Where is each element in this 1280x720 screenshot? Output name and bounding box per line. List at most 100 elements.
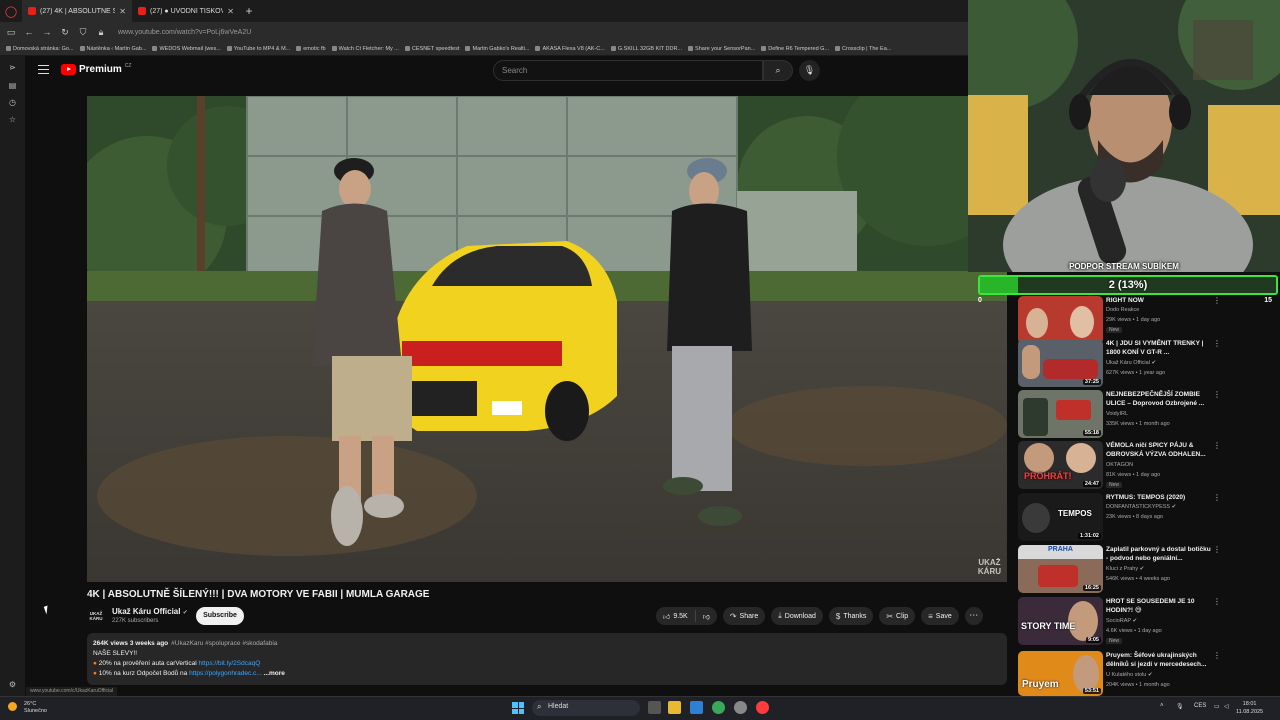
recommended-video-title[interactable]: NEJNEBEZPEČNĚJŠÍ ZOMBIE ULICE – Doprovod… [1106,390,1214,408]
weather-widget[interactable]: 26°C Slunečno [8,701,47,715]
browser-tab-inactive[interactable]: (27) ● ÚVODNÍ TISKOVÁ KONFERENCE ✕ [132,0,240,22]
system-clock[interactable]: 18:01 11.08.2025 [1236,700,1263,716]
taskbar-search[interactable]: ⌕ Hledat [532,700,640,716]
file-explorer-icon[interactable] [668,701,681,714]
new-tab-button[interactable]: + [240,4,258,18]
more-vertical-icon[interactable]: ⋮ [1213,390,1221,399]
video-thumbnail[interactable]: 55:18 [1018,390,1103,438]
save-button[interactable]: ≡ Save [921,607,959,625]
video-thumbnail[interactable]: TEMPOS 1:31:02 [1018,493,1103,541]
video-thumbnail[interactable]: STORY TIME 9:05 [1018,597,1103,645]
bookmark-item[interactable]: emotic fb [296,46,326,52]
opera-logo-icon[interactable]: ◯ [0,5,22,18]
menu-icon[interactable] [38,65,49,74]
bookmark-item[interactable]: CESNET speedtest [404,46,459,52]
recommended-channel[interactable]: U Kulatého stolu ✔ [1106,672,1153,678]
recommended-video-title[interactable]: RIGHT NOW [1106,296,1214,305]
recommended-video[interactable]: RIGHT NOW Dodo Reakce 29K views • 1 day … [1018,296,1226,344]
recommended-channel[interactable]: Dodo Reakce [1106,307,1139,313]
recommended-video-title[interactable]: VÉMOLA ničí SPICY PÁJU & OBROVSKÁ VÝZVA … [1106,441,1214,459]
more-vertical-icon[interactable]: ⋮ [1213,651,1221,660]
language-indicator[interactable]: CES [1194,703,1206,709]
app-icon[interactable] [734,701,747,714]
recommended-video-title[interactable]: Pruyem: Šéfové ukrajinských dělníků si j… [1106,651,1214,669]
video-thumbnail[interactable]: PROHRÁT! 24:47 [1018,441,1103,489]
dislike-button[interactable]: 👎︎ [696,612,717,621]
clip-button[interactable]: ✂ Clip [879,607,916,625]
video-thumbnail[interactable]: 37:25 [1018,339,1103,387]
bookmark-item[interactable]: AKASA Flexa V8 (AK-C... [535,46,605,52]
bookmark-item[interactable]: Crossclip | The Ea... [835,46,891,52]
microphone-tray-icon[interactable]: 🎙︎ [1176,703,1184,710]
recommended-video[interactable]: 55:18 NEJNEBEZPEČNĚJŠÍ ZOMBIE ULICE – Do… [1018,390,1226,438]
like-button[interactable]: 👍︎ 9.5K [656,610,696,622]
description-link[interactable]: https://polygonhradec.c... [189,670,262,677]
recommended-channel[interactable]: Ukaž Káru Official ✔ [1106,360,1156,366]
youtube-premium-logo[interactable]: Premium CZ [61,63,131,75]
recommended-channel[interactable]: DONFANTASTICKYPESS ✔ [1106,504,1176,510]
recommended-video-title[interactable]: Zaplatil parkovný a dostal botičku - pod… [1106,545,1214,563]
aria-icon[interactable]: ⋗ [8,63,17,72]
bookmark-item[interactable]: G.SKILL 32GB KIT DDR... [610,46,682,52]
recommended-channel[interactable]: OKTAGON [1106,462,1133,468]
bookmark-item[interactable]: Define R6 Tempered G... [761,46,829,52]
bookmark-item[interactable]: Share your SensorPan... [688,46,755,52]
search-input[interactable]: Search [493,60,763,81]
recommended-channel[interactable]: SocioRAP ✔ [1106,618,1137,624]
video-thumbnail[interactable]: Pruyem 53:51 [1018,651,1103,696]
more-actions-button[interactable]: ⋯ [964,607,983,625]
more-vertical-icon[interactable]: ⋮ [1213,296,1221,305]
description-link[interactable]: https://bit.ly/2SdcaqQ [198,660,260,667]
bookmark-item[interactable]: Watch Ct Fletcher: My ... [331,46,399,52]
tray-chevron-icon[interactable]: ˄ [1160,703,1164,709]
more-vertical-icon[interactable]: ⋮ [1213,545,1221,554]
more-vertical-icon[interactable]: ⋮ [1213,493,1221,502]
recommended-video[interactable]: Pruyem 53:51 Pruyem: Šéfové ukrajinských… [1018,651,1226,699]
close-tab-icon[interactable]: ✕ [119,7,126,16]
description-box[interactable]: 264K views 3 weeks ago #UkazKaru #spolupr… [87,633,1007,685]
bookmark-item[interactable]: YouTube to MP4 & M... [226,46,290,52]
voice-search-button[interactable]: 🎙︎ [799,60,820,81]
chrome-icon[interactable] [712,701,725,714]
forward-icon[interactable]: → [42,27,52,37]
video-thumbnail[interactable]: PRAHA 16:25 [1018,545,1103,593]
bookmark-item[interactable]: Martin Gabko's Realti... [465,46,529,52]
bookmark-item[interactable]: Nástěnka ‹ Martin Gab... [79,46,146,52]
recommended-video[interactable]: STORY TIME 9:05 HROT SE SOUSEDEMI JE 10 … [1018,597,1226,645]
more-vertical-icon[interactable]: ⋮ [1213,441,1221,450]
volume-icon[interactable]: ◁ [1224,703,1229,710]
lock-icon[interactable]: 🔒︎ [96,27,106,38]
browser-tab-active[interactable]: (27) 4K | ABSOLUTNĚ ŠÍLENÝ!!! | DVA MOTO… [22,0,132,22]
thanks-button[interactable]: $ Thanks [828,607,874,625]
shield-icon[interactable]: ⛉ [78,27,88,38]
recommended-channel[interactable]: Kluci z Prahy ✔ [1106,566,1144,572]
sidebar-toggle-icon[interactable]: ▭ [6,27,16,38]
recommended-video-title[interactable]: HROT SE SOUSEDEMI JE 10 HODIN?! 😅 [1106,597,1214,615]
bookmark-item[interactable]: Domovská stránka: Go... [6,46,74,52]
settings-gear-icon[interactable]: ⚙ [8,680,17,689]
subscribe-button[interactable]: Subscribe [196,607,244,625]
recommended-channel[interactable]: VoidyIRL [1106,411,1128,417]
history-icon[interactable]: ◷ [8,98,17,107]
more-vertical-icon[interactable]: ⋮ [1213,339,1221,348]
channel-name[interactable]: Ukaž Káru Official ✔ [112,607,188,616]
wallet-icon[interactable]: ▤ [8,81,17,90]
video-player[interactable]: UKAŽ KÁRU [87,96,1007,582]
more-vertical-icon[interactable]: ⋮ [1213,597,1221,606]
recommended-video[interactable]: PRAHA 16:25 Zaplatil parkovný a dostal b… [1018,545,1226,593]
opera-gx-icon[interactable] [756,701,769,714]
recommended-video[interactable]: 37:25 4K | JDU SI VYMĚNIT TRENKY | 1800 … [1018,339,1226,387]
recommended-video[interactable]: PROHRÁT! 24:47 VÉMOLA ničí SPICY PÁJU & … [1018,441,1226,489]
video-thumbnail[interactable] [1018,296,1103,344]
recommended-video-title[interactable]: 4K | JDU SI VYMĚNIT TRENKY | 1800 KONÍ V… [1106,339,1214,357]
close-tab-icon[interactable]: ✕ [227,7,234,16]
network-icon[interactable]: ▭ [1214,703,1220,710]
url-field[interactable]: www.youtube.com/watch?v=PoLj6wVeA2U [118,29,251,36]
recommended-video[interactable]: TEMPOS 1:31:02 RYTMUS: TEMPOS (2020) DON… [1018,493,1226,541]
share-button[interactable]: ↷ Share [722,607,766,625]
channel-avatar[interactable]: UKAŽ KÁRU [87,607,105,625]
recommended-video-title[interactable]: RYTMUS: TEMPOS (2020) [1106,493,1214,502]
store-icon[interactable] [690,701,703,714]
download-button[interactable]: ⤓ Download [771,607,823,625]
search-button[interactable]: ⌕ [763,60,793,81]
